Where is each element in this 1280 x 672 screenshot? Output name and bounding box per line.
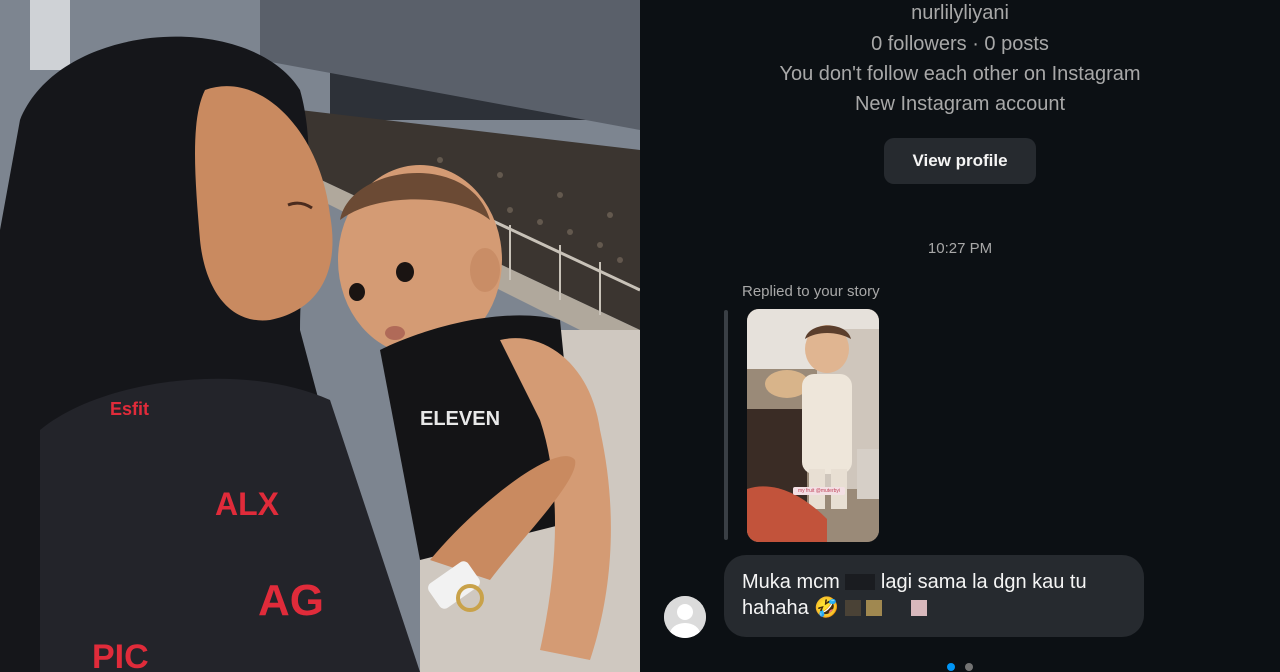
sender-avatar[interactable] [664,596,706,638]
message-text-part-1: Muka mcm [742,571,840,593]
message-text-part-2: lagi sama la dgn kau tu [880,571,1087,593]
redacted-spacer [888,600,906,616]
direct-message-thread: nurlilyliyani 0 followers · 0 posts You … [640,0,1280,672]
redacted-pixel-block [844,600,861,616]
profile-stats: 0 followers · 0 posts [871,33,1049,55]
svg-text:Esfit: Esfit [110,399,149,419]
reply-context-label: Replied to your story [742,283,880,300]
default-avatar-icon [664,596,706,638]
carousel-dot-active[interactable] [947,663,955,671]
message-timestamp: 10:27 PM [927,240,993,257]
laughing-emoji: 🤣 [814,597,840,619]
account-note: New Instagram account [854,93,1066,115]
svg-text:ELEVEN: ELEVEN [420,408,500,430]
shared-photo: ALX AG PIC Esfit ELEVEN [0,0,640,672]
svg-text:ALX: ALX [215,486,280,522]
svg-text:AG: AG [258,576,324,625]
carousel-dots [947,658,979,672]
message-text-part-3: hahaha [742,597,809,619]
carousel-dot[interactable] [965,663,974,671]
photo-illustration: ALX AG PIC Esfit ELEVEN [0,0,640,672]
story-thumbnail[interactable]: my fruit @muterbyi [747,309,879,542]
profile-username: nurlilyliyani [911,2,1009,24]
message-line-1: Muka mcm lagi sama la dgn kau tu [742,569,1126,595]
reply-indicator-bar [724,310,728,540]
view-profile-button[interactable]: View profile [884,138,1036,184]
redacted-word-block [845,574,876,590]
message-line-2: hahaha 🤣 [742,595,1126,621]
redacted-pixel-block [911,600,928,616]
message-bubble[interactable]: Muka mcm lagi sama la dgn kau tu hahaha … [724,555,1144,637]
story-illustration [747,309,879,542]
redacted-pixel-block [866,600,883,616]
story-sticker: my fruit @muterbyi [793,487,845,495]
svg-text:PIC: PIC [92,638,149,672]
follow-status: You don't follow each other on Instagram [779,63,1141,85]
